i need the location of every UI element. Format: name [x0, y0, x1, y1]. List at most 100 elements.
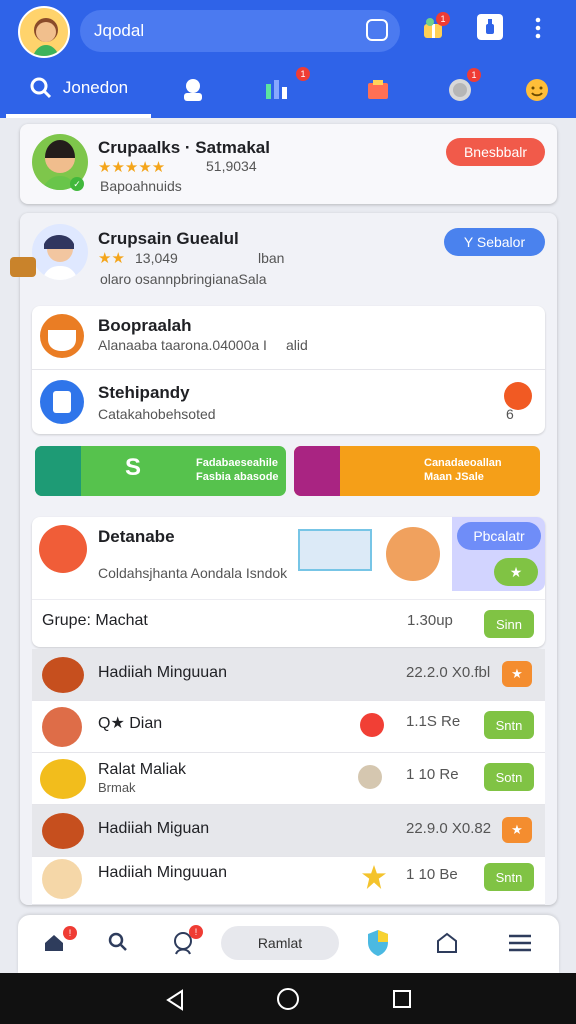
group-list-action[interactable]: Sinn: [484, 610, 534, 638]
info-value: 6: [506, 406, 514, 422]
tab-chart[interactable]: 1: [255, 62, 313, 118]
promo-left[interactable]: S Fadabaeseahile Fasbia abasode: [35, 446, 286, 496]
gift-icon: [368, 80, 388, 99]
list-row[interactable]: Ralat Maliak Brmak 1 10 Re Sotn: [32, 753, 545, 805]
row-title: Ralat Maliak: [98, 761, 187, 778]
promo-left-label: S: [125, 454, 142, 481]
detail-subtitle: Coldahsjhanta Aondala Isndok: [98, 565, 288, 581]
group-list-title: Grupe: Machat: [42, 612, 148, 629]
trophy-icon: [42, 813, 84, 849]
tab-jonedon[interactable]: Jonedon: [6, 62, 151, 118]
profile-card[interactable]: ✓ Crupaalks · Satmakal ★★★★★ 51,9034 Bap…: [20, 124, 557, 204]
row-title: Q★ Dian: [98, 715, 163, 732]
promo-left-line1: Fadabaeseahile: [196, 457, 278, 469]
trophy-icon: [42, 657, 84, 693]
row-value: 22.9.0 X0.82: [406, 820, 492, 837]
profile-subtitle: Bapoahnuids: [100, 178, 182, 194]
row-action[interactable]: Sntn: [484, 863, 534, 891]
row-value: 22.2.0 X0.fbl: [406, 664, 491, 681]
list-row[interactable]: Hadiiah Miguan 22.9.0 X0.82 ★: [32, 805, 545, 857]
document-icon: [40, 380, 84, 424]
group-list-header[interactable]: Grupe: Machat 1.30up Sinn: [32, 599, 545, 647]
bottom-navigation: ! ! Ramlat: [18, 915, 559, 973]
promo-right[interactable]: Canadaeoallan Maan JSale: [294, 446, 540, 496]
list-row[interactable]: Hadiiah Minguuan 22.2.0 X0.fbl ★: [32, 649, 545, 701]
lock-icon[interactable]: [477, 14, 503, 40]
avatar-face-icon: [33, 18, 59, 56]
search-input[interactable]: Jqodal: [80, 10, 400, 52]
row-value: 1.1S Re: [406, 713, 461, 730]
menu-icon[interactable]: [508, 933, 532, 953]
user-avatar[interactable]: [18, 6, 70, 58]
more-vertical-icon[interactable]: [532, 14, 544, 40]
recent-apps-icon[interactable]: [393, 990, 411, 1008]
badge-icon: [294, 446, 340, 496]
row-title: Hadiiah Minguuan: [98, 864, 227, 881]
tab-smile[interactable]: [514, 62, 559, 118]
row-title: Hadiiah Miguan: [98, 820, 210, 837]
group-meta: lban: [258, 250, 285, 266]
briefcase-icon: [10, 257, 36, 277]
profile-icon: [183, 79, 202, 101]
search-icon[interactable]: [107, 931, 129, 953]
row-subtitle: Brmak: [98, 780, 136, 795]
top-app-bar: Jqodal 1 Jonedon 1 1: [0, 0, 576, 118]
info-title: Stehipandy: [98, 383, 190, 402]
profile-icon: [40, 314, 84, 358]
row-value: 1 10 Re: [406, 766, 459, 783]
smile-icon: [525, 79, 548, 101]
rating-stars: ★★★★★: [98, 159, 166, 176]
home-circle-icon[interactable]: [277, 988, 299, 1010]
detail-title: Detanabe: [98, 527, 175, 546]
tab-badge: 1: [296, 67, 310, 81]
list-row[interactable]: Q★ Dian 1.1S Re Sntn: [32, 701, 545, 753]
group-action-button[interactable]: Y Sebalor: [444, 228, 545, 256]
tab-bar: Jonedon 1 1: [0, 62, 576, 118]
row-action[interactable]: Sotn: [484, 763, 534, 791]
profile-rating-value: 51,9034: [206, 158, 257, 174]
search-icon[interactable]: [366, 19, 388, 41]
center-nav-button[interactable]: Ramlat: [221, 926, 339, 960]
group-subtitle: olaro osannpbringianaSala: [100, 271, 267, 287]
info-subtitle: Catakahobehsoted: [98, 406, 216, 422]
tab-gift[interactable]: [352, 62, 404, 118]
profile-action-button[interactable]: Bnesbbalr: [446, 138, 545, 166]
info-item[interactable]: Boopraalah Alanaaba taarona.04000a I ali…: [32, 306, 545, 370]
list-row[interactable]: Hadiiah Minguuan 1 10 Be Sntn: [32, 857, 545, 905]
info-item[interactable]: Stehipandy Catakahobehsoted 6: [32, 370, 545, 434]
rating-stars: ★★: [98, 250, 125, 267]
person-icon: [42, 859, 82, 899]
tab-profile[interactable]: [165, 62, 220, 118]
detail-card[interactable]: Detanabe Coldahsjhanta Aondala Isndok Pb…: [32, 517, 545, 647]
row-action[interactable]: Sntn: [484, 711, 534, 739]
shield-icon[interactable]: [365, 928, 391, 958]
group-avatar: [32, 224, 88, 280]
device-icon: [298, 529, 372, 571]
row-action[interactable]: ★: [502, 661, 532, 687]
person-icon: [42, 707, 82, 747]
info-list: Boopraalah Alanaaba taarona.04000a I ali…: [32, 306, 545, 434]
gift-icon[interactable]: 1: [420, 12, 450, 40]
coin-icon: [40, 759, 86, 799]
notification-badge: 1: [436, 12, 450, 26]
person-icon: [386, 527, 440, 581]
profile-title: Crupaalks · Satmakal: [98, 138, 270, 157]
promo-right-line1: Canadaeoallan: [424, 457, 502, 469]
house-icon[interactable]: [435, 931, 459, 955]
row-action[interactable]: ★: [502, 817, 532, 843]
recycle-icon: [35, 446, 81, 496]
detail-top-button[interactable]: Pbcalatr: [457, 522, 541, 550]
group-list-value: 1.30up: [407, 612, 453, 629]
tab-badge: 1: [467, 68, 481, 82]
home-icon[interactable]: [43, 933, 65, 953]
star-icon: [362, 865, 386, 889]
tab-coin[interactable]: 1: [436, 62, 484, 118]
back-icon[interactable]: [164, 989, 186, 1011]
system-navigation-bar: [0, 973, 576, 1024]
detail-bottom-button[interactable]: ★: [494, 558, 538, 586]
friends-badge: !: [189, 925, 203, 939]
search-text: Jqodal: [94, 21, 145, 40]
tab-label: Jonedon: [62, 78, 129, 97]
info-subtitle: Alanaaba taarona.04000a I: [98, 337, 267, 353]
person-icon: [42, 235, 78, 280]
